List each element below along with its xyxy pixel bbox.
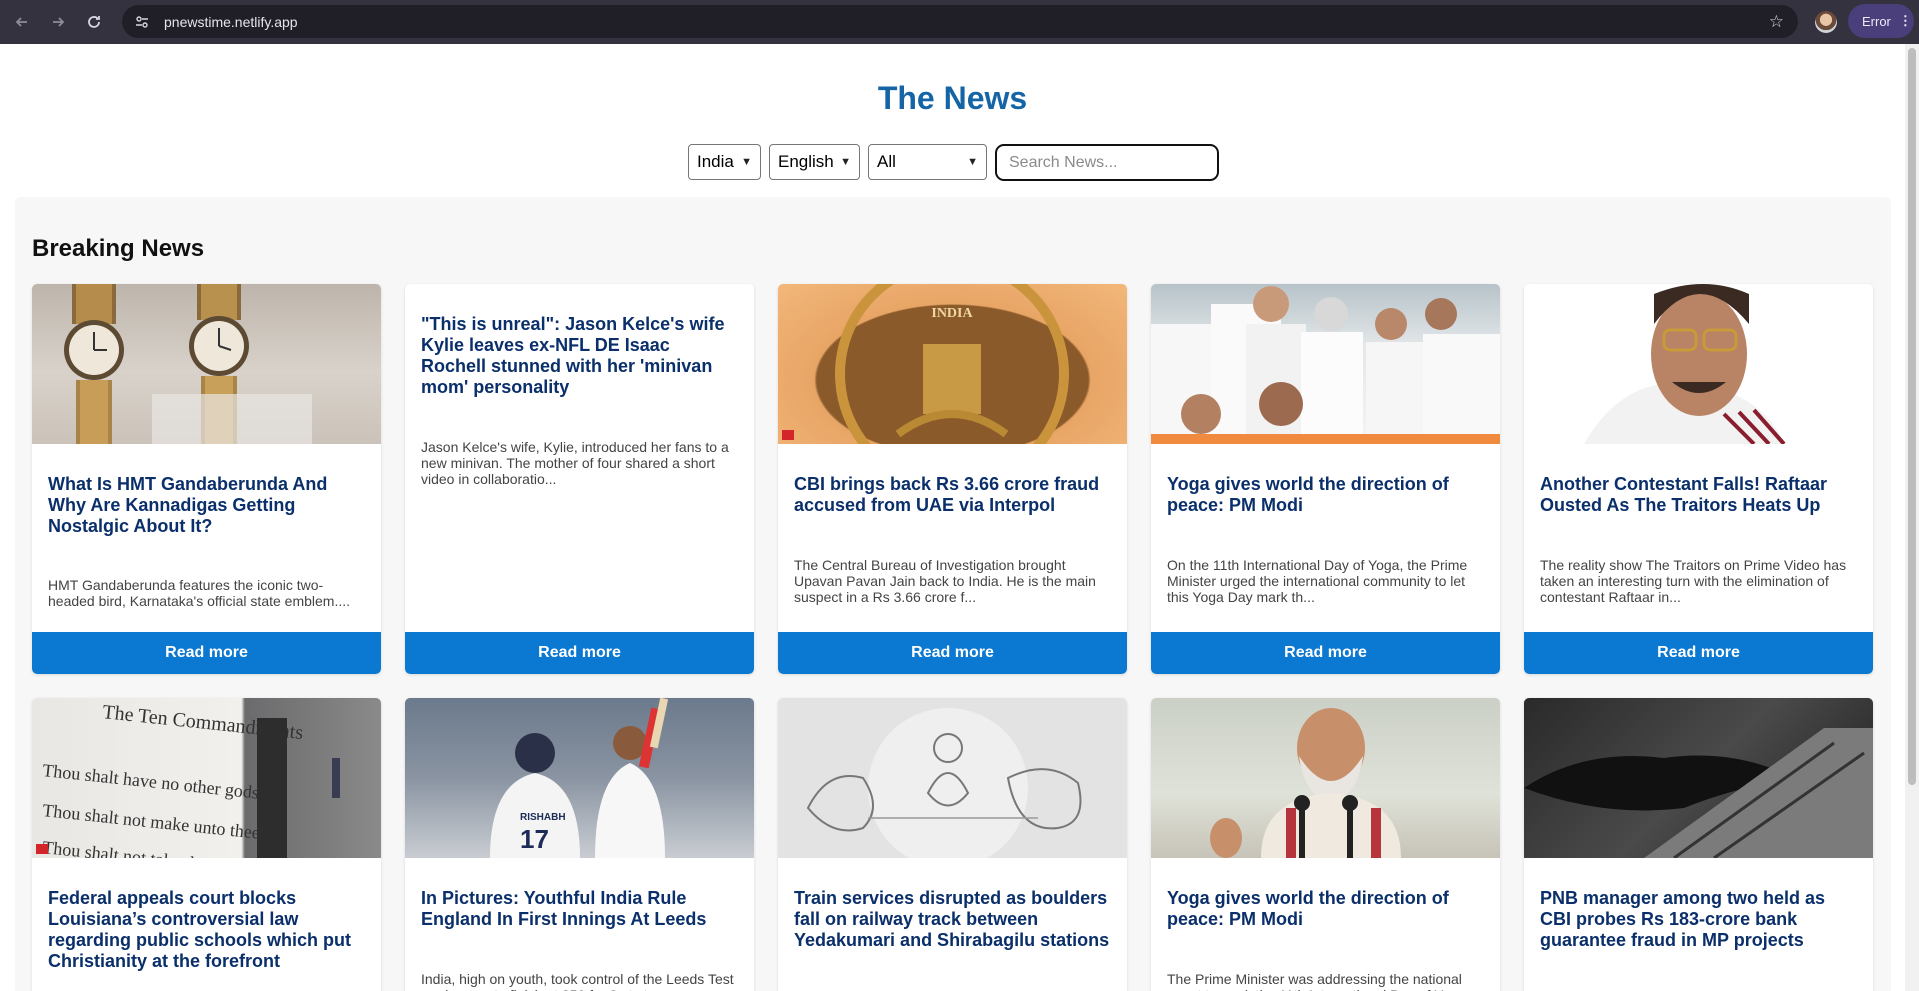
profile-error-button[interactable]: Error ⋮ — [1848, 4, 1914, 38]
news-image[interactable]: RISHABH 17 — [405, 698, 754, 858]
news-card: Another Contestant Falls! Raftaar Ousted… — [1524, 284, 1873, 674]
url-text: pnewstime.netlify.app — [164, 13, 298, 30]
news-image[interactable] — [778, 698, 1127, 868]
image-text: INDIA — [931, 306, 973, 321]
browser-toolbar: pnewstime.netlify.app ☆ Error ⋮ — [0, 0, 1919, 44]
section-title: Breaking News — [32, 235, 205, 262]
news-image[interactable]: The Ten Commandments Thou shalt have no … — [32, 698, 381, 879]
news-image[interactable]: INDIA — [778, 284, 1127, 491]
profile-status-text: Error — [1862, 13, 1891, 29]
news-image[interactable] — [1524, 284, 1873, 446]
source-badge — [36, 844, 48, 854]
profile-avatar[interactable] — [1815, 11, 1837, 33]
news-description: Jason Kelce's wife, Kylie, introduced he… — [421, 439, 729, 487]
search-input[interactable]: Search News... — [995, 144, 1219, 181]
news-headline[interactable]: CBI brings back Rs 3.66 crore fraud accu… — [794, 474, 1112, 516]
country-value: India — [697, 152, 734, 171]
country-select[interactable]: India ▼ — [688, 144, 761, 180]
news-image[interactable] — [1151, 698, 1500, 858]
site-title: The News — [877, 80, 1028, 116]
news-card: Train services disrupted as boulders fal… — [778, 698, 1127, 991]
news-description: The reality show The Traitors on Prime V… — [1540, 557, 1847, 605]
read-more-button[interactable]: Read more — [1524, 632, 1873, 674]
category-value: All — [877, 152, 896, 171]
svg-text:Thou shalt not make unto thee: Thou shalt not make unto thee — [42, 800, 261, 843]
language-select[interactable]: English ▼ — [769, 144, 860, 180]
news-description: The Prime Minister was addressing the na… — [1167, 971, 1466, 991]
svg-text:Thou shalt have no other gods: Thou shalt have no other gods — [42, 760, 260, 803]
read-more-button[interactable]: Read more — [405, 632, 754, 674]
news-image[interactable] — [1151, 284, 1500, 444]
news-card: Yoga gives world the direction of peace:… — [1151, 284, 1500, 674]
news-headline[interactable]: Federal appeals court blocks Louisiana’s… — [48, 888, 366, 972]
page-scrollbar[interactable] — [1905, 44, 1919, 991]
news-image[interactable] — [32, 284, 381, 444]
news-description: India, high on youth, took control of th… — [421, 971, 734, 991]
news-card: The Ten Commandments Thou shalt have no … — [32, 698, 381, 991]
news-description: HMT Gandaberunda features the iconic two… — [48, 577, 351, 609]
reload-icon[interactable] — [80, 8, 108, 36]
source-badge — [782, 430, 794, 440]
news-headline[interactable]: What Is HMT Gandaberunda And Why Are Kan… — [48, 474, 366, 537]
chevron-down-icon: ▼ — [741, 156, 752, 168]
news-card: INDIA CBI brings back Rs 3.66 crore frau… — [778, 284, 1127, 674]
forward-icon[interactable] — [44, 8, 72, 36]
bookmark-star-icon[interactable]: ☆ — [1769, 12, 1784, 32]
news-headline[interactable]: Yoga gives world the direction of peace:… — [1167, 888, 1485, 930]
news-headline[interactable]: Yoga gives world the direction of peace:… — [1167, 474, 1485, 516]
page-content: The News India ▼ English ▼ All ▼ Search … — [0, 44, 1905, 991]
more-menu-icon[interactable]: ⋮ — [1899, 13, 1912, 29]
news-description: On the 11th International Day of Yoga, t… — [1167, 557, 1468, 605]
chevron-down-icon: ▼ — [840, 156, 851, 168]
news-headline[interactable]: In Pictures: Youthful India Rule England… — [421, 888, 739, 930]
svg-text:17: 17 — [520, 824, 549, 854]
category-select[interactable]: All ▼ — [868, 144, 987, 180]
news-card: What Is HMT Gandaberunda And Why Are Kan… — [32, 284, 381, 674]
svg-text:Thou shalt not take the name: Thou shalt not take the name — [42, 837, 251, 858]
read-more-button[interactable]: Read more — [1151, 632, 1500, 674]
address-bar[interactable]: pnewstime.netlify.app ☆ — [122, 5, 1798, 38]
news-card: PNB manager among two held as CBI probes… — [1524, 698, 1873, 991]
search-placeholder: Search News... — [1009, 153, 1118, 171]
language-value: English — [778, 152, 834, 171]
news-image[interactable] — [1524, 698, 1873, 860]
news-description: The Central Bureau of Investigation brou… — [794, 557, 1096, 605]
news-headline[interactable]: Train services disrupted as boulders fal… — [794, 888, 1112, 951]
news-card: Yoga gives world the direction of peace:… — [1151, 698, 1500, 991]
back-icon[interactable] — [8, 8, 36, 36]
breaking-news-section: Breaking News What Is HMT Gandaberunda A… — [15, 197, 1891, 991]
read-more-button[interactable]: Read more — [778, 632, 1127, 674]
scrollbar-thumb[interactable] — [1908, 48, 1916, 785]
chevron-down-icon: ▼ — [967, 156, 978, 168]
news-card: RISHABH 17 In Pictures: Youthful India R… — [405, 698, 754, 991]
news-headline[interactable]: "This is unreal": Jason Kelce's wife Kyl… — [421, 314, 739, 398]
site-info-icon[interactable] — [132, 12, 152, 32]
news-headline[interactable]: PNB manager among two held as CBI probes… — [1540, 888, 1858, 951]
filter-bar: India ▼ English ▼ All ▼ Search News... — [688, 144, 1219, 181]
news-card: "This is unreal": Jason Kelce's wife Kyl… — [405, 284, 754, 674]
svg-text:RISHABH: RISHABH — [520, 812, 566, 823]
read-more-button[interactable]: Read more — [32, 632, 381, 674]
news-headline[interactable]: Another Contestant Falls! Raftaar Ousted… — [1540, 474, 1858, 516]
